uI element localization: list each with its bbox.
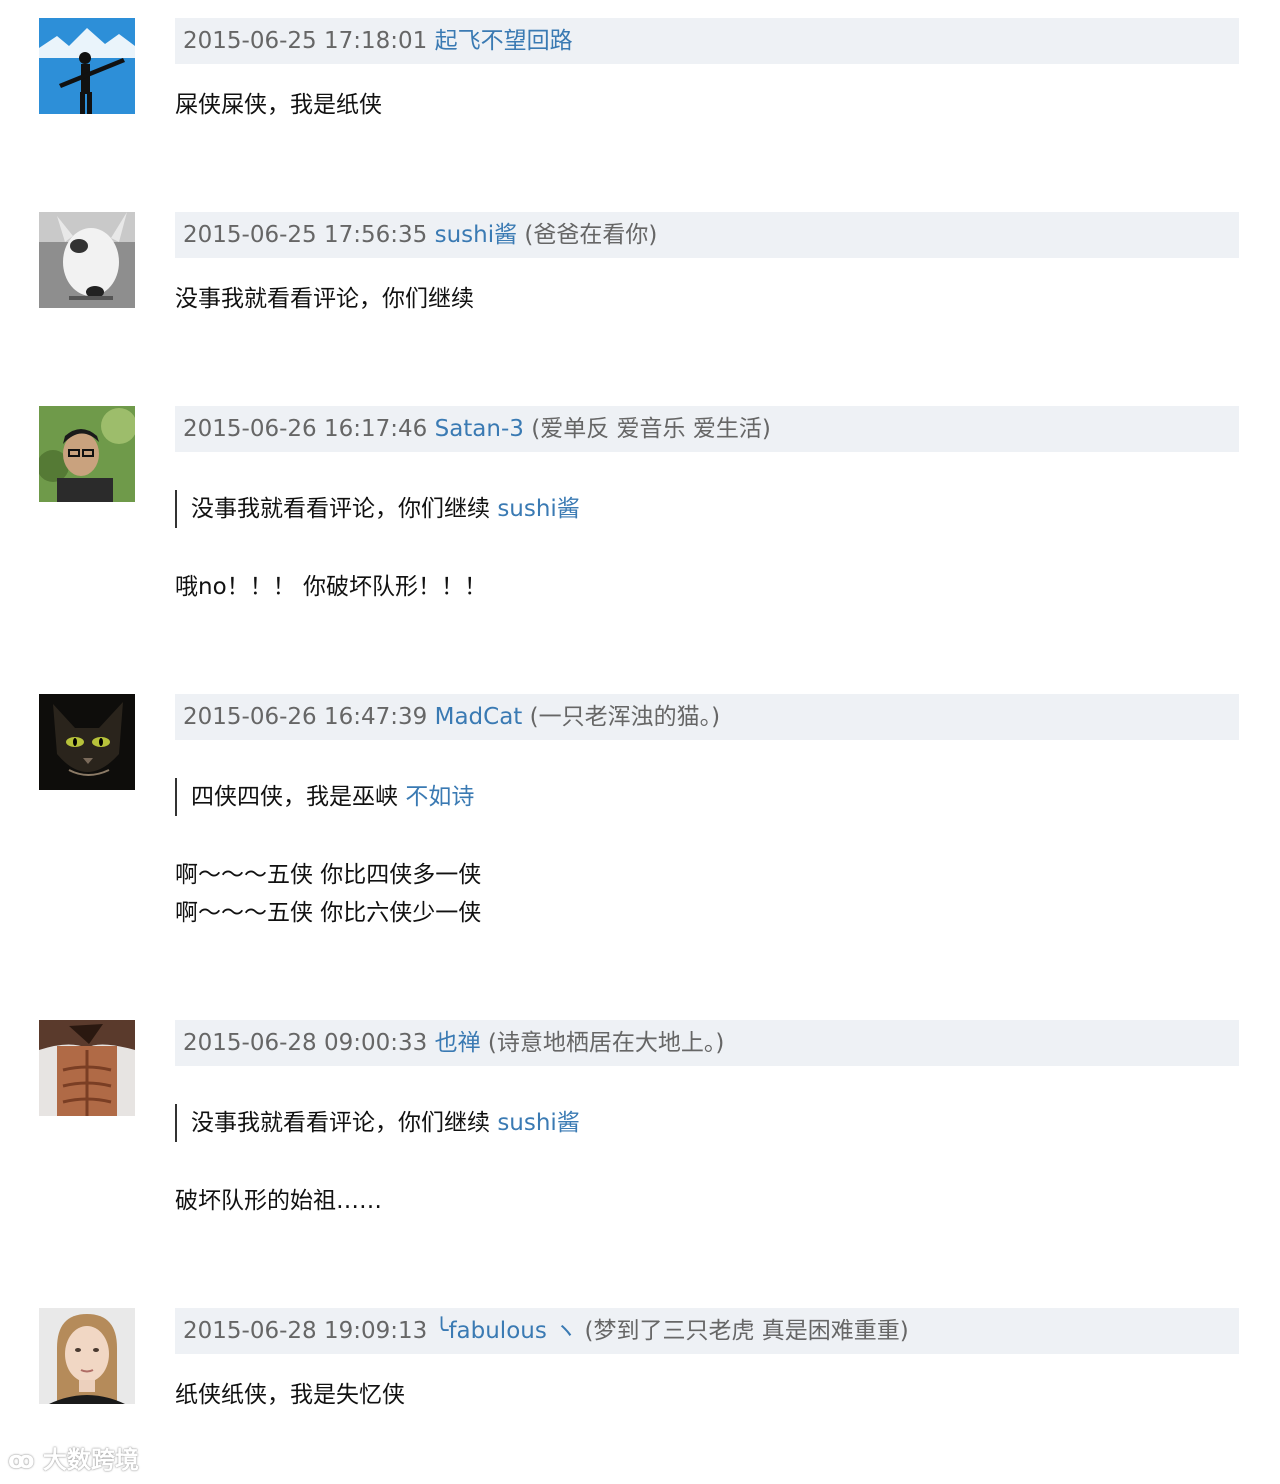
avatar-image (39, 212, 135, 308)
avatar-image (39, 694, 135, 790)
quote-text: 没事我就看看评论，你们继续 (191, 1110, 490, 1136)
comment-text: 屎侠屎侠，我是纸侠 (175, 92, 382, 118)
quote-author-link[interactable]: sushi酱 (497, 1110, 580, 1136)
comment-meta: 2015-06-26 16:47:39 MadCat (一只老浑浊的猫。) (175, 694, 1239, 740)
avatar[interactable] (39, 1308, 135, 1404)
comment-text: 破坏队形的始祖…… (175, 1188, 382, 1214)
comment-signature: (爱单反 爱音乐 爱生活) (531, 416, 771, 442)
watermark: ꝏ 大数跨境 (8, 1440, 139, 1480)
avatar-image (39, 1020, 135, 1116)
comment-text: 哦no！！！ 你破坏队形！！！ (175, 574, 487, 600)
comment-meta: 2015-06-26 16:17:46 Satan-3 (爱单反 爱音乐 爱生活… (175, 406, 1239, 452)
comment-username-link[interactable]: 起飞不望回路 (435, 28, 573, 54)
comment-timestamp: 2015-06-28 09:00:33 (183, 1030, 428, 1056)
comment-text: 纸侠纸侠，我是失忆侠 (175, 1382, 405, 1408)
avatar[interactable] (39, 18, 135, 114)
comment-username-link[interactable]: 也禅 (435, 1030, 481, 1056)
quote-text: 没事我就看看评论，你们继续 (191, 496, 490, 522)
comment-timestamp: 2015-06-26 16:17:46 (183, 416, 428, 442)
avatar-image (39, 406, 135, 502)
avatar[interactable] (39, 1020, 135, 1116)
avatar-image (39, 18, 135, 114)
avatar[interactable] (39, 212, 135, 308)
quote-author-link[interactable]: 不如诗 (405, 784, 474, 810)
comment-meta: 2015-06-25 17:18:01 起飞不望回路 (175, 18, 1239, 64)
comment-meta: 2015-06-28 09:00:33 也禅 (诗意地栖居在大地上。) (175, 1020, 1239, 1066)
quote-text: 四侠四侠，我是巫峡 (191, 784, 398, 810)
comment-text-line: 啊～～～五侠 你比六侠少一侠 (175, 900, 482, 926)
watermark-text: 大数跨境 (42, 1446, 139, 1474)
quote-author-link[interactable]: sushi酱 (497, 496, 580, 522)
comment-username-link[interactable]: sushi酱 (435, 222, 518, 248)
quoted-comment: 四侠四侠，我是巫峡 不如诗 (175, 778, 474, 816)
comment-text: 没事我就看看评论，你们继续 (175, 286, 474, 312)
comment-signature: (一只老浑浊的猫。) (529, 704, 721, 730)
avatar-image (39, 1308, 135, 1404)
comment-signature: (爸爸在看你) (524, 222, 658, 248)
comment-text-line: 啊～～～五侠 你比四侠多一侠 (175, 862, 482, 888)
comment-signature: (诗意地栖居在大地上。) (487, 1030, 725, 1056)
avatar[interactable] (39, 406, 135, 502)
comment-meta: 2015-06-25 17:56:35 sushi酱 (爸爸在看你) (175, 212, 1239, 258)
quoted-comment: 没事我就看看评论，你们继续 sushi酱 (175, 1104, 580, 1142)
comment-timestamp: 2015-06-26 16:47:39 (183, 704, 428, 730)
comment-username-link[interactable]: Satan-3 (435, 416, 524, 442)
comment-timestamp: 2015-06-28 19:09:13 (183, 1318, 428, 1344)
watermark-logo-icon: ꝏ (8, 1446, 35, 1474)
comment-timestamp: 2015-06-25 17:56:35 (183, 222, 428, 248)
comment-timestamp: 2015-06-25 17:18:01 (183, 28, 428, 54)
quoted-comment: 没事我就看看评论，你们继续 sushi酱 (175, 490, 580, 528)
comment-signature: (梦到了三只老虎 真是困难重重) (584, 1318, 909, 1344)
comment-meta: 2015-06-28 19:09:13 ╰fabulous ヽ (梦到了三只老虎… (175, 1308, 1239, 1354)
avatar[interactable] (39, 694, 135, 790)
comment-username-link[interactable]: MadCat (435, 704, 523, 730)
comment-username-link[interactable]: ╰fabulous ヽ (435, 1318, 578, 1344)
